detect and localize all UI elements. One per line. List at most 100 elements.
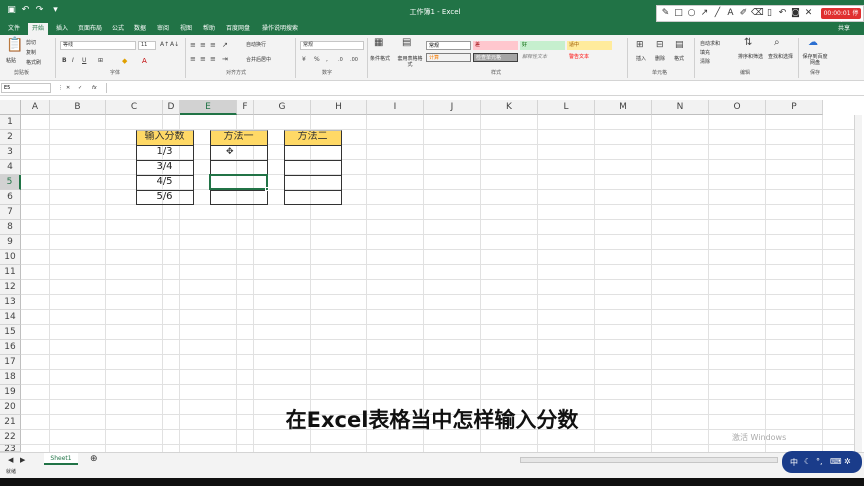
tab-formulas[interactable]: 公式 — [112, 24, 124, 35]
record-timer[interactable]: 00:00:01 停止 — [821, 8, 861, 28]
align-left-icon[interactable]: ≡ — [190, 54, 196, 64]
find-select-icon[interactable]: ⌕ — [774, 38, 780, 48]
font-color-icon[interactable]: A — [142, 56, 147, 66]
copy-button[interactable]: 复制 — [26, 50, 36, 56]
tab-page-layout[interactable]: 页面布局 — [78, 24, 102, 35]
column-header-e[interactable]: E — [180, 100, 237, 115]
increase-decimal-icon[interactable]: .0 — [338, 55, 343, 65]
column-header-b[interactable]: B — [50, 100, 106, 115]
percent-icon[interactable]: % — [314, 55, 320, 65]
paste-icon[interactable]: 📋 — [6, 38, 23, 56]
wrap-text-button[interactable]: 自动换行 — [246, 42, 266, 48]
next-sheet-icon[interactable]: ▶ — [20, 457, 25, 464]
customize-icon[interactable]: ▾ — [50, 5, 61, 16]
align-center-icon[interactable]: ≡ — [200, 54, 206, 64]
tab-file[interactable]: 文件 — [8, 24, 20, 35]
row-header-15[interactable]: 15 — [0, 325, 21, 340]
row-header-2[interactable]: 2 — [0, 130, 21, 145]
ime-mode[interactable]: 中 — [790, 457, 798, 468]
table-format-button[interactable]: 套用表格格式 — [396, 56, 424, 68]
cancel-icon[interactable]: ✕ — [66, 85, 70, 91]
active-cell-e5[interactable] — [209, 174, 268, 190]
conditional-format-button[interactable]: 条件格式 — [370, 56, 390, 62]
insert-function-icon[interactable]: fx — [92, 85, 97, 91]
more-icon[interactable]: ⋮ — [58, 85, 63, 91]
row-header-5[interactable]: 5 — [0, 175, 21, 190]
row-header-12[interactable]: 12 — [0, 280, 21, 295]
column-header-n[interactable]: N — [652, 100, 709, 115]
orientation-icon[interactable]: ↗ — [222, 40, 228, 50]
grow-font-icon[interactable]: A↑ — [160, 40, 169, 50]
comma-icon[interactable]: , — [326, 55, 328, 65]
baidu-cloud-icon[interactable]: ☁ — [808, 38, 818, 48]
align-bottom-icon[interactable]: ≡ — [210, 40, 216, 50]
add-sheet-icon[interactable]: ⊕ — [90, 455, 98, 464]
underline-icon[interactable]: U — [82, 56, 86, 66]
column-header-k[interactable]: K — [481, 100, 538, 115]
style-calculation[interactable]: 计算 — [426, 53, 471, 62]
column-header-m[interactable]: M — [595, 100, 652, 115]
prev-sheet-icon[interactable]: ◀ — [8, 457, 13, 464]
find-select-button[interactable]: 查找和选择 — [768, 54, 793, 60]
tab-baidu[interactable]: 百度网盘 — [226, 24, 250, 35]
row-header-18[interactable]: 18 — [0, 370, 21, 385]
format-cells-icon[interactable]: ▤ — [675, 40, 684, 50]
style-normal[interactable]: 常规 — [426, 41, 471, 50]
vertical-scrollbar[interactable] — [854, 115, 862, 452]
style-warning[interactable]: 警告文本 — [567, 53, 612, 62]
enter-icon[interactable]: ✓ — [78, 85, 82, 91]
row-header-23[interactable]: 23 — [0, 445, 21, 452]
row-header-20[interactable]: 20 — [0, 400, 21, 415]
tab-help[interactable]: 帮助 — [203, 24, 215, 35]
row-header-13[interactable]: 13 — [0, 295, 21, 310]
row-header-16[interactable]: 16 — [0, 340, 21, 355]
column-header-o[interactable]: O — [709, 100, 766, 115]
column-header-h[interactable]: H — [311, 100, 367, 115]
arrow-icon[interactable]: ↗ — [699, 7, 710, 20]
save-icon[interactable]: ▣ — [6, 5, 17, 16]
camera-icon[interactable]: ◙ — [790, 7, 801, 20]
fill-handle[interactable] — [265, 187, 269, 191]
column-header-d[interactable]: D — [163, 100, 180, 115]
delete-cells-icon[interactable]: ⊟ — [656, 40, 664, 50]
format-cells-button[interactable]: 格式 — [674, 56, 684, 62]
row-header-14[interactable]: 14 — [0, 310, 21, 325]
clear-button[interactable]: 清除 — [700, 59, 710, 65]
border-icon[interactable]: ⊞ — [98, 56, 103, 66]
row-header-7[interactable]: 7 — [0, 205, 21, 220]
row-header-6[interactable]: 6 — [0, 190, 21, 205]
column-header-p[interactable]: P — [766, 100, 823, 115]
indent-icon[interactable]: ⇥ — [222, 54, 228, 64]
row-header-22[interactable]: 22 — [0, 430, 21, 445]
tab-view[interactable]: 视图 — [180, 24, 192, 35]
shrink-font-icon[interactable]: A↓ — [170, 40, 179, 50]
insert-cells-button[interactable]: 插入 — [636, 56, 646, 62]
tell-me-search[interactable]: 操作说明搜索 — [262, 24, 298, 35]
tab-insert[interactable]: 插入 — [56, 24, 68, 35]
delete-cells-button[interactable]: 删除 — [655, 56, 665, 62]
column-header-l[interactable]: L — [538, 100, 595, 115]
style-neutral[interactable]: 适中 — [567, 41, 612, 50]
row-header-10[interactable]: 10 — [0, 250, 21, 265]
row-header-9[interactable]: 9 — [0, 235, 21, 250]
table-format-icon[interactable]: ▤ — [402, 38, 411, 48]
text-icon[interactable]: A — [725, 7, 736, 20]
style-good[interactable]: 好 — [520, 41, 565, 50]
autosum-button[interactable]: 自动求和 — [700, 41, 720, 47]
pen-icon[interactable]: ✎ — [660, 7, 671, 20]
font-name-select[interactable]: 等线 — [60, 41, 136, 50]
row-header-11[interactable]: 11 — [0, 265, 21, 280]
select-all-button[interactable] — [0, 100, 21, 115]
style-explanatory[interactable]: 解释性文本 — [520, 53, 565, 62]
insert-cells-icon[interactable]: ⊞ — [636, 40, 644, 50]
keyboard-icon[interactable]: ⌨ — [830, 457, 842, 466]
row-header-19[interactable]: 19 — [0, 385, 21, 400]
column-header-i[interactable]: I — [367, 100, 424, 115]
moon-icon[interactable]: ☾ — [804, 457, 811, 466]
row-header-21[interactable]: 21 — [0, 415, 21, 430]
column-header-a[interactable]: A — [21, 100, 50, 115]
sort-filter-icon[interactable]: ⇅ — [744, 38, 752, 48]
highlighter-icon[interactable]: ✐ — [738, 7, 749, 20]
fill-button[interactable]: 填充 — [700, 50, 710, 56]
merge-center-button[interactable]: 合并后居中 — [246, 57, 271, 63]
